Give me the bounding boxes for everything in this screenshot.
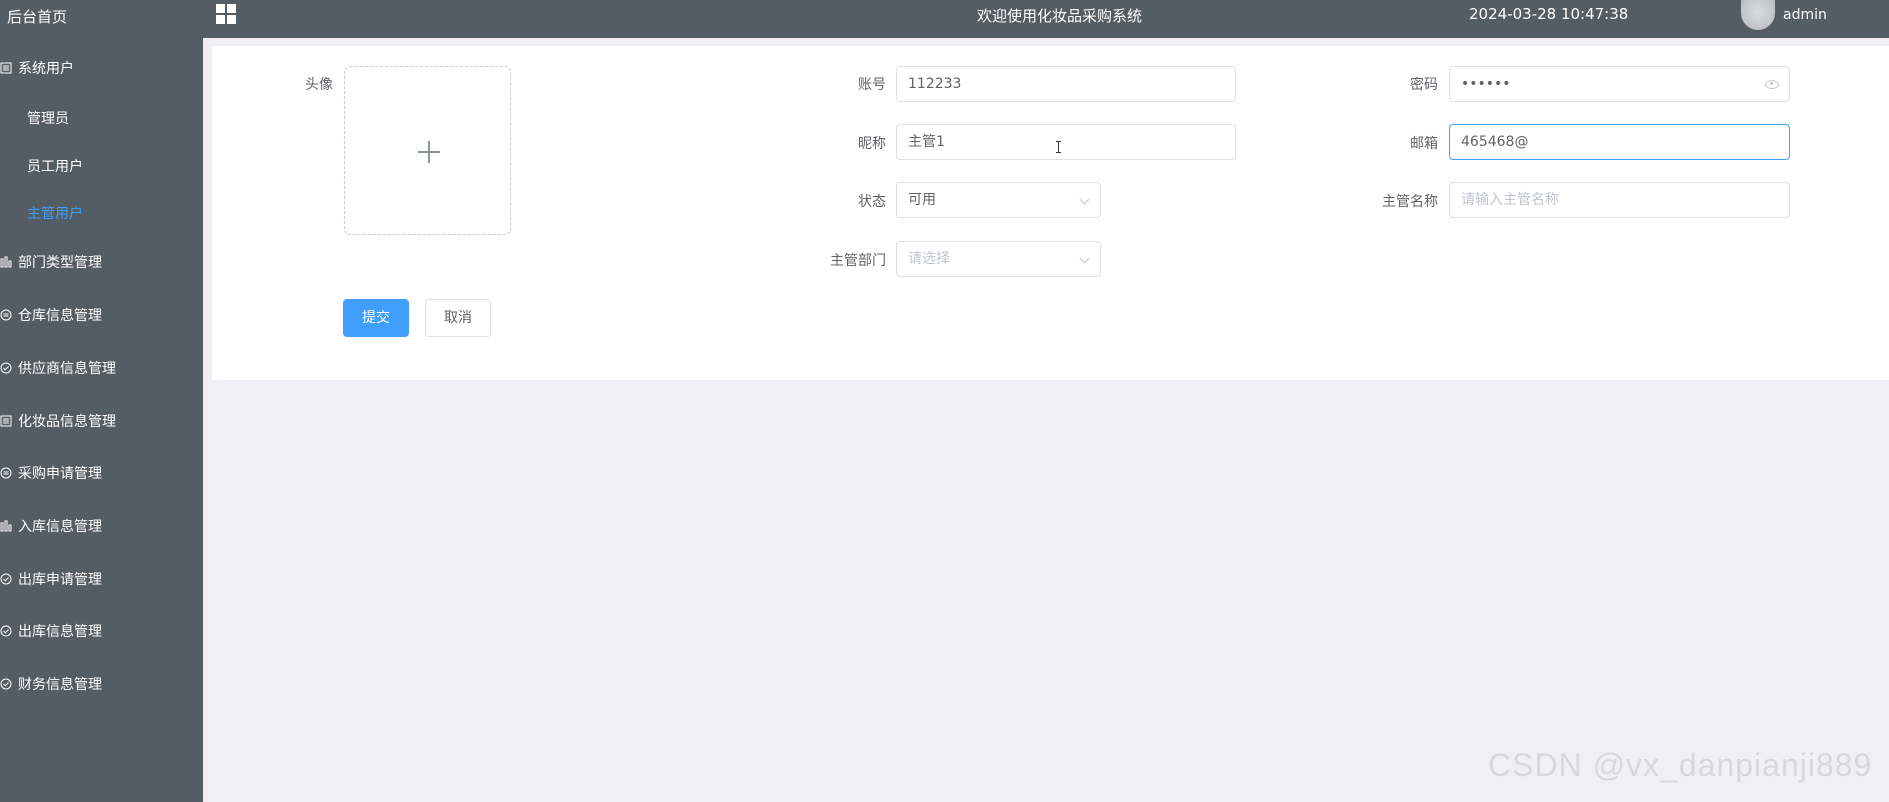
text-cursor-icon: [1056, 141, 1061, 153]
account-input[interactable]: 112233: [896, 66, 1236, 102]
sidebar-item-label: 化妆品信息管理: [18, 414, 116, 430]
nickname-label: 昵称: [858, 136, 886, 152]
status-select[interactable]: 可用: [896, 182, 1101, 218]
list-icon: [0, 415, 12, 427]
manager-name-label: 主管名称: [1382, 194, 1438, 210]
sidebar-sub-manager[interactable]: 主管用户: [27, 194, 83, 234]
plus-icon: [418, 141, 440, 163]
list-icon: [0, 62, 12, 74]
bar-chart-icon: [0, 256, 12, 268]
check-circle-icon: [0, 678, 12, 690]
sidebar-item-outbound-request[interactable]: 出库申请管理: [0, 560, 102, 600]
sidebar-item-label: 入库信息管理: [18, 519, 102, 535]
sidebar-sub-admin[interactable]: 管理员: [27, 99, 69, 139]
watermark: CSDN @vx_danpianji889: [1488, 747, 1873, 783]
password-input[interactable]: ••••••: [1449, 66, 1790, 102]
user-name[interactable]: admin: [1783, 7, 1827, 23]
sidebar-item-home[interactable]: 后台首页: [7, 6, 67, 27]
message-icon: [0, 309, 12, 321]
password-value: ••••••: [1461, 76, 1511, 92]
sidebar-item-label: 出库信息管理: [18, 624, 102, 640]
sidebar-item-label: 采购申请管理: [18, 466, 102, 482]
sidebar-item-label: 出库申请管理: [18, 572, 102, 588]
manager-name-input[interactable]: 请输入主管名称: [1449, 182, 1790, 218]
sidebar-item-label: 财务信息管理: [18, 677, 102, 693]
sidebar-item-department-types[interactable]: 部门类型管理: [0, 243, 102, 283]
sidebar-item-warehouse[interactable]: 仓库信息管理: [0, 296, 102, 336]
submit-button[interactable]: 提交: [343, 299, 409, 337]
department-label: 主管部门: [830, 253, 886, 269]
sidebar-item-label: 系统用户: [18, 61, 74, 77]
chevron-down-icon: [1079, 253, 1090, 264]
sidebar-sub-staff[interactable]: 员工用户: [27, 147, 83, 187]
sidebar-item-finance[interactable]: 财务信息管理: [0, 665, 102, 705]
sidebar-item-label: 供应商信息管理: [18, 361, 116, 377]
status-value: 可用: [908, 192, 936, 208]
sidebar-item-label: 部门类型管理: [18, 255, 102, 271]
check-circle-icon: [0, 625, 12, 637]
check-circle-icon: [0, 362, 12, 374]
account-label: 账号: [858, 77, 886, 93]
nickname-input[interactable]: 主管1: [896, 124, 1236, 160]
sidebar-item-label: 仓库信息管理: [18, 308, 102, 324]
message-icon: [0, 467, 12, 479]
email-label: 邮箱: [1410, 136, 1438, 152]
sidebar-item-cosmetics[interactable]: 化妆品信息管理: [0, 402, 116, 442]
bar-chart-icon: [0, 520, 12, 532]
sidebar: 后台首页 系统用户 管理员 员工用户 主管用户 部门类型管理 仓库信息管理 供应…: [0, 0, 203, 802]
sidebar-item-purchase-request[interactable]: 采购申请管理: [0, 454, 102, 494]
header-datetime: 2024-03-28 10:47:38: [1469, 5, 1629, 23]
check-circle-icon: [0, 573, 12, 585]
sidebar-item-supplier[interactable]: 供应商信息管理: [0, 349, 116, 389]
department-placeholder: 请选择: [908, 251, 950, 267]
eye-icon[interactable]: [1765, 80, 1779, 89]
sidebar-item-outbound[interactable]: 出库信息管理: [0, 612, 102, 652]
avatar[interactable]: [1741, 0, 1775, 30]
email-input[interactable]: 465468@: [1449, 124, 1790, 160]
avatar-uploader[interactable]: [344, 66, 511, 235]
sidebar-item-inbound[interactable]: 入库信息管理: [0, 507, 102, 547]
sidebar-item-system-users[interactable]: 系统用户: [0, 49, 74, 89]
department-select[interactable]: 请选择: [896, 241, 1101, 277]
top-header: 欢迎使用化妆品采购系统 2024-03-28 10:47:38 admin: [203, 0, 1889, 38]
menu-grid-icon[interactable]: [216, 4, 236, 24]
avatar-label: 头像: [305, 77, 333, 93]
password-label: 密码: [1410, 77, 1438, 93]
chevron-down-icon: [1079, 194, 1090, 205]
cancel-button[interactable]: 取消: [425, 299, 491, 337]
page-title: 欢迎使用化妆品采购系统: [977, 7, 1143, 25]
status-label: 状态: [858, 194, 886, 210]
